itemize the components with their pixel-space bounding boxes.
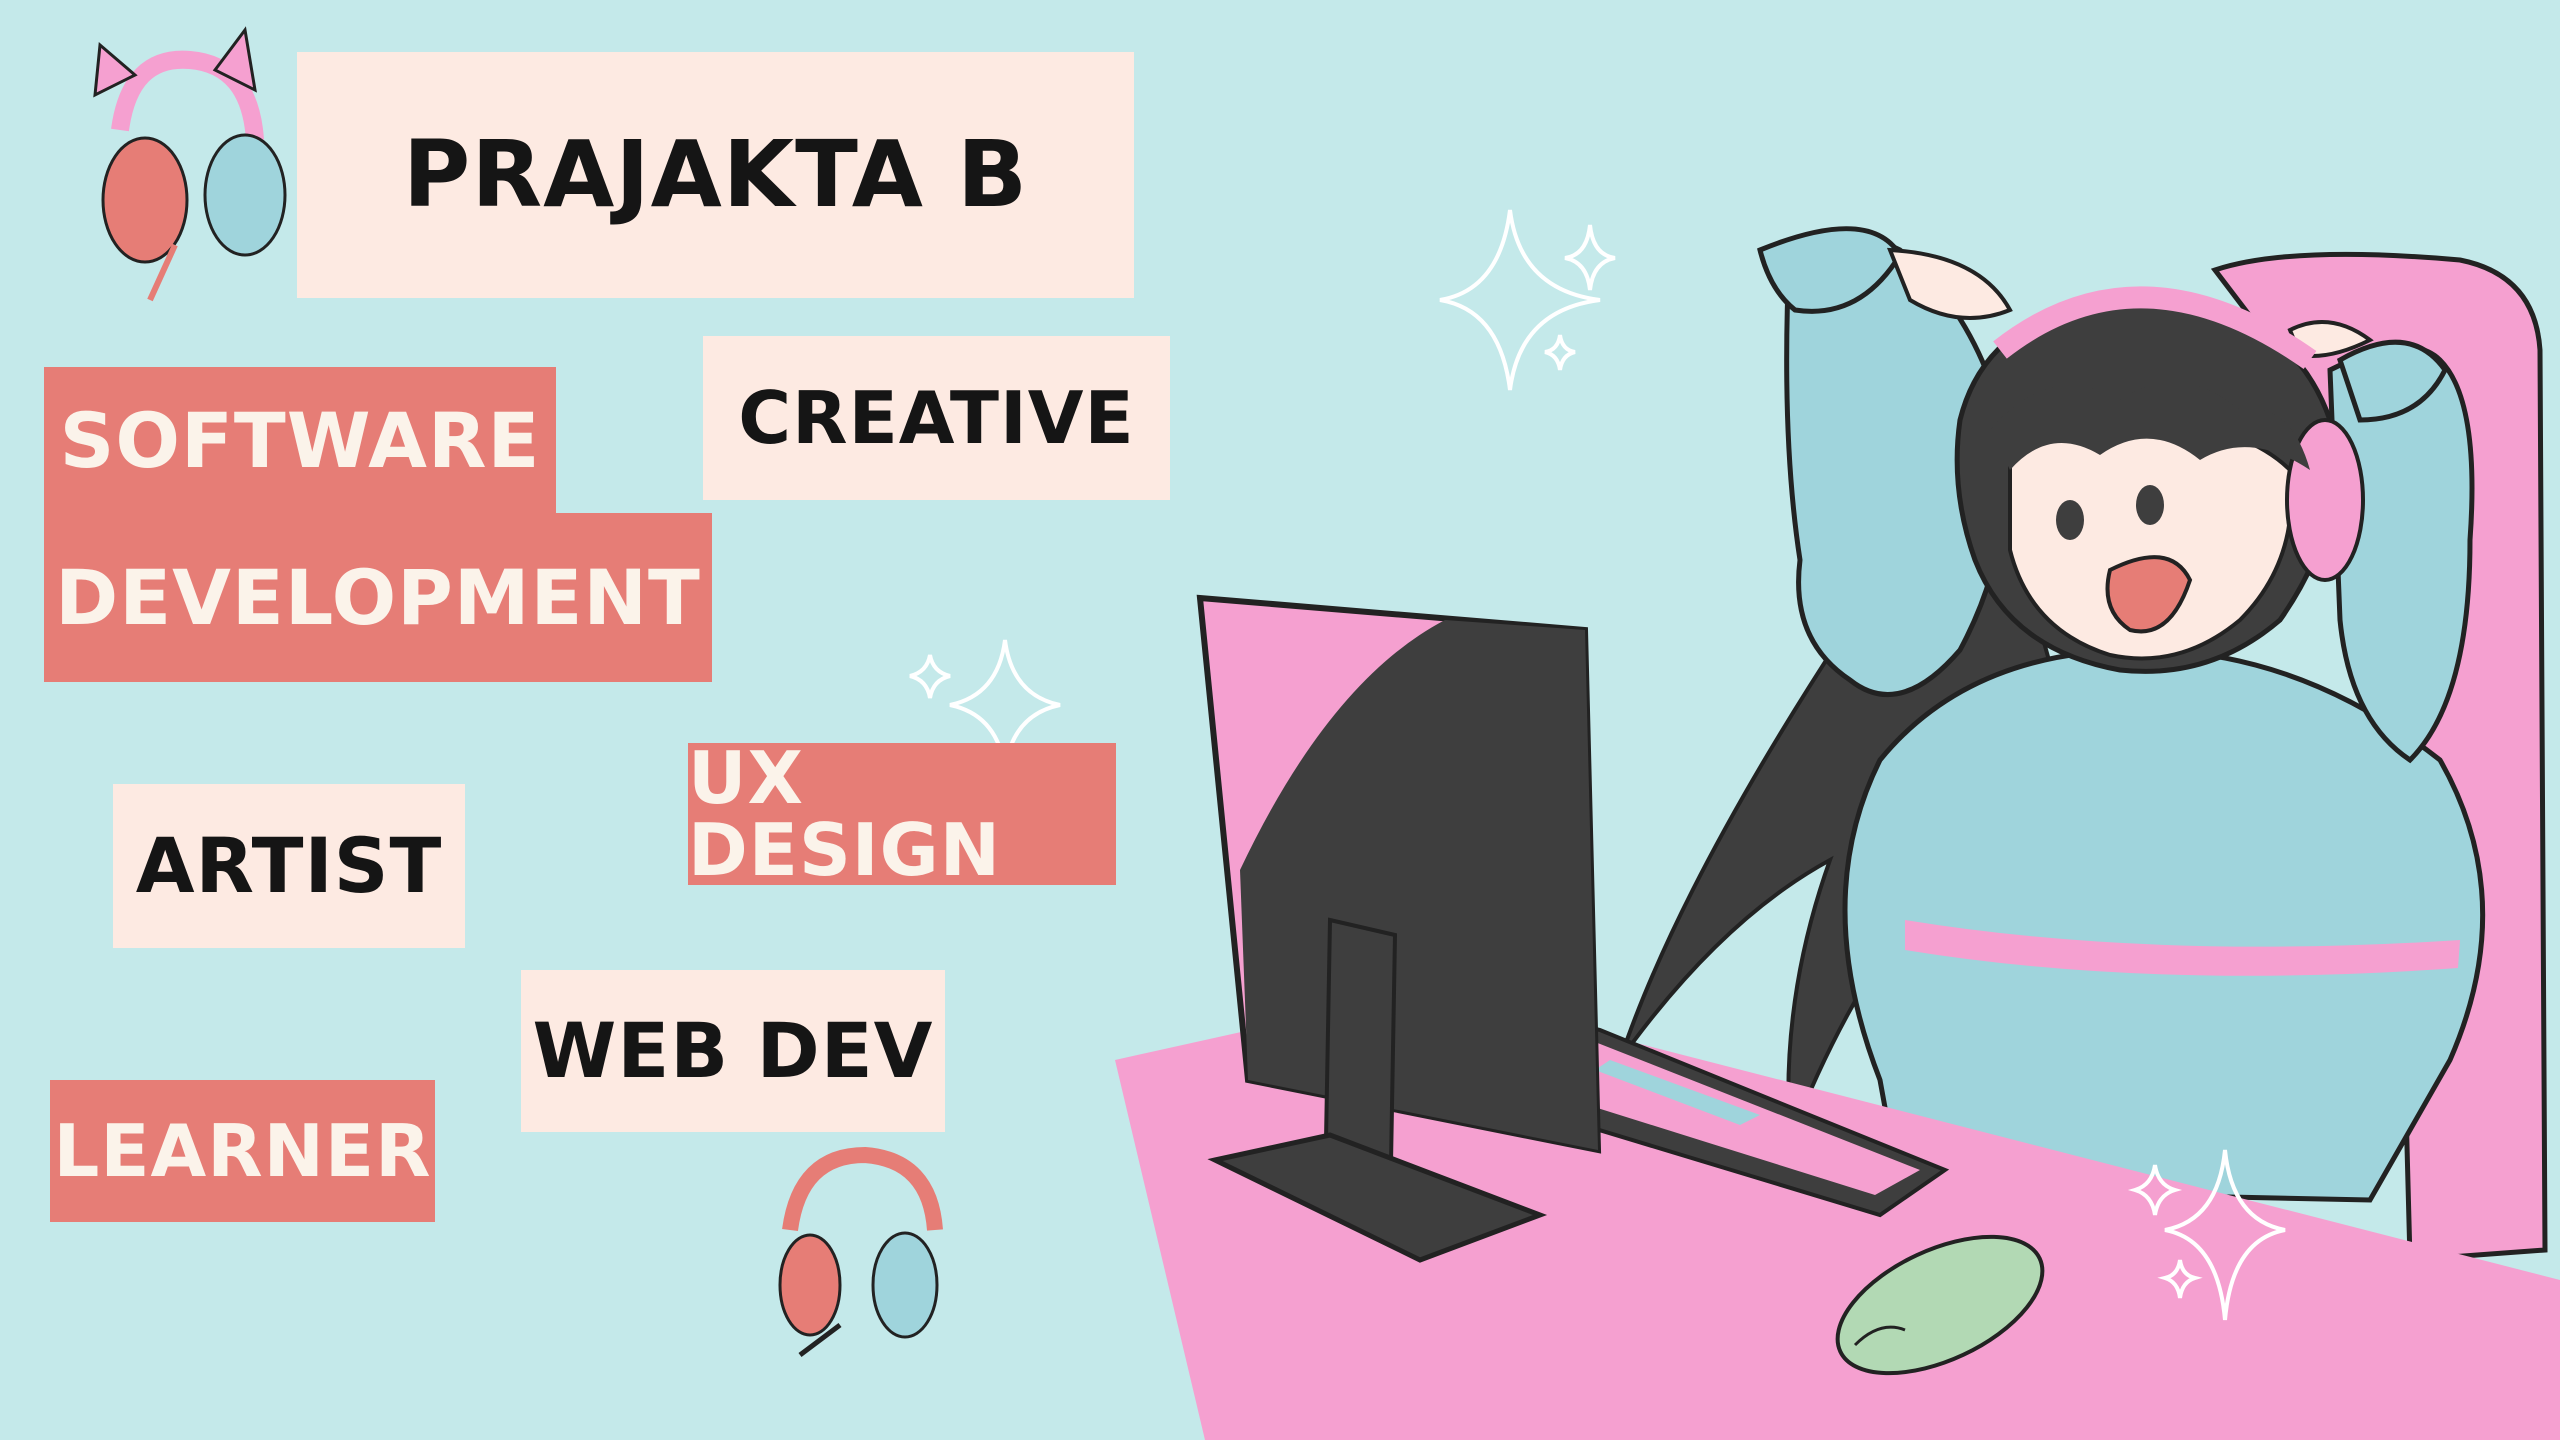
- tag-artist: ARTIST: [113, 784, 465, 948]
- banner-canvas: { "name": "PRAJAKTA B", "tags": { "creat…: [0, 0, 2560, 1440]
- tag-software: SOFTWARE: [44, 367, 556, 515]
- tag-ux-design: UX DESIGN: [688, 742, 1116, 886]
- sparkle-icon: [1439, 209, 1616, 391]
- girl-head: [1954, 286, 2365, 674]
- headphones-icon: [778, 1146, 943, 1357]
- tag-learner: LEARNER: [50, 1080, 435, 1222]
- tag-web-dev: WEB DEV: [521, 970, 945, 1132]
- cat-ear-headphones-icon: [93, 26, 287, 302]
- tag-creative: CREATIVE: [703, 336, 1170, 500]
- tag-development: DEVELOPMENT: [44, 513, 712, 682]
- name-title: PRAJAKTA B: [297, 52, 1134, 298]
